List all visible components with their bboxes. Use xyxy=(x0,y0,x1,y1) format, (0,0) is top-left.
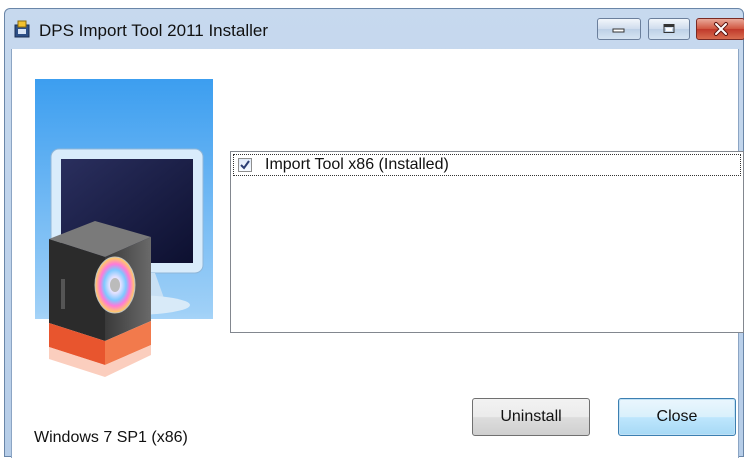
installer-illustration xyxy=(35,79,213,411)
close-window-button[interactable] xyxy=(696,18,744,40)
minimize-icon xyxy=(612,28,625,33)
dialog-body: Windows 7 SP1 (x86) Import Tool x86 (Ins… xyxy=(11,49,744,458)
window-title: DPS Import Tool 2011 Installer xyxy=(39,21,268,40)
os-version-label: Windows 7 SP1 (x86) xyxy=(34,429,188,446)
component-list[interactable]: Import Tool x86 (Installed) xyxy=(230,151,744,333)
title-bar[interactable]: DPS Import Tool 2011 Installer xyxy=(5,9,744,49)
component-label: Import Tool x86 (Installed) xyxy=(265,156,449,173)
close-button[interactable]: Close xyxy=(618,398,736,436)
checkmark-icon xyxy=(240,160,250,170)
installer-app-icon xyxy=(13,20,31,38)
uninstall-button[interactable]: Uninstall xyxy=(472,398,590,436)
minimize-button[interactable] xyxy=(597,18,641,40)
close-icon xyxy=(713,22,728,36)
installer-window: DPS Import Tool 2011 Installer Windows 7… xyxy=(4,8,744,458)
maximize-icon xyxy=(663,24,675,33)
list-item[interactable]: Import Tool x86 (Installed) xyxy=(233,154,741,176)
maximize-button[interactable] xyxy=(648,18,690,40)
component-checkbox[interactable] xyxy=(238,158,252,172)
